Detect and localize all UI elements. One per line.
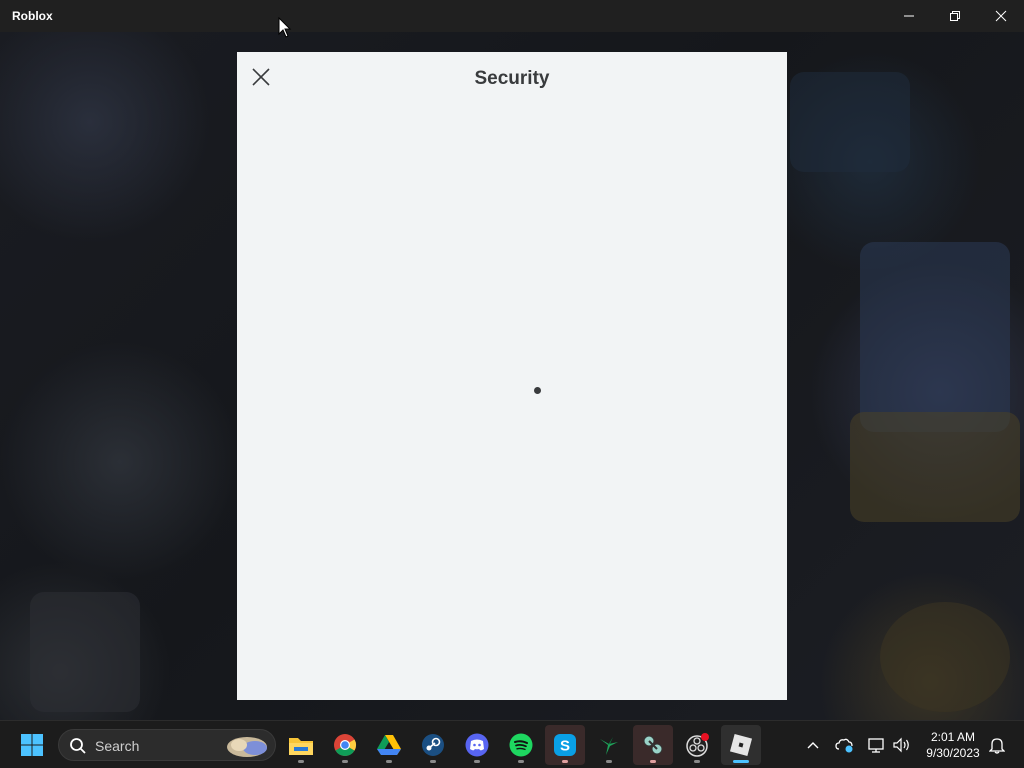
windows-logo-icon — [21, 734, 43, 756]
running-indicator — [606, 760, 612, 763]
active-window-indicator — [733, 760, 749, 763]
volume-tray-button[interactable] — [889, 721, 915, 768]
onedrive-tray-button[interactable] — [832, 721, 858, 768]
restore-button[interactable] — [932, 0, 978, 32]
security-dialog: Security — [237, 52, 787, 700]
spotify-icon — [509, 733, 533, 757]
folder-icon — [289, 738, 313, 755]
clock-date: 9/30/2023 — [926, 746, 980, 760]
clock-time: 2:01 AM — [930, 730, 976, 744]
background-art — [790, 72, 910, 172]
search-icon — [70, 738, 86, 754]
running-indicator — [386, 760, 392, 763]
search-highlight-illustration-icon — [227, 737, 267, 757]
running-indicator — [562, 760, 568, 763]
background-art — [880, 602, 1010, 712]
notifications-button[interactable] — [984, 721, 1010, 768]
svg-text:S: S — [560, 738, 570, 755]
taskbar-file-explorer[interactable] — [281, 725, 321, 765]
close-icon — [995, 10, 1007, 22]
running-indicator — [650, 760, 656, 763]
running-indicator — [518, 760, 524, 763]
running-indicator — [430, 760, 436, 763]
taskbar-search-box[interactable]: Search — [58, 729, 276, 761]
taskbar-chrome[interactable] — [325, 725, 365, 765]
window-titlebar: Roblox — [0, 0, 1024, 32]
running-indicator — [342, 760, 348, 763]
roblox-icon — [729, 733, 753, 757]
mixer-icon — [643, 735, 663, 755]
window-title: Roblox — [12, 9, 53, 23]
taskbar-clock[interactable]: 2:01 AM 9/30/2023 — [918, 729, 988, 761]
show-hidden-icons-button[interactable] — [800, 721, 826, 768]
background-art — [30, 592, 140, 712]
taskbar-roblox[interactable] — [721, 725, 761, 765]
search-label: Search — [95, 738, 140, 754]
dialog-title: Security — [474, 68, 550, 89]
restore-icon — [950, 11, 960, 21]
loading-spinner — [534, 387, 541, 394]
google-drive-icon — [377, 735, 401, 755]
steam-icon — [422, 734, 444, 756]
running-indicator — [474, 760, 480, 763]
taskbar-skype[interactable]: S — [545, 725, 585, 765]
background-art — [850, 412, 1020, 522]
background-art — [860, 242, 1010, 432]
taskbar-discord[interactable] — [457, 725, 497, 765]
network-icon — [868, 738, 884, 753]
hummingbird-icon — [600, 737, 618, 755]
speaker-icon — [893, 737, 909, 753]
obs-icon — [686, 733, 709, 757]
taskbar-obs-studio[interactable] — [677, 725, 717, 765]
taskbar-mixer-app[interactable] — [633, 725, 673, 765]
minimize-button[interactable] — [886, 0, 932, 32]
running-indicator — [694, 760, 700, 763]
cloud-info-icon — [835, 738, 853, 753]
taskbar-google-drive[interactable] — [369, 725, 409, 765]
taskbar-spotify[interactable] — [501, 725, 541, 765]
running-indicator — [298, 760, 304, 763]
chevron-up-icon — [807, 742, 819, 749]
discord-icon — [465, 733, 489, 757]
taskbar-steam[interactable] — [413, 725, 453, 765]
mouse-cursor-icon — [278, 17, 292, 38]
chrome-icon — [334, 734, 356, 756]
skype-icon: S — [554, 734, 576, 756]
start-button[interactable] — [12, 725, 52, 765]
taskbar-hummingbird-app[interactable] — [589, 725, 629, 765]
taskbar: Search S 2:01 AM 9/30/2023 — [0, 720, 1024, 768]
minimize-icon — [904, 15, 914, 17]
network-tray-button[interactable] — [864, 721, 890, 768]
bell-icon — [989, 738, 1005, 754]
window-close-button[interactable] — [978, 0, 1024, 32]
